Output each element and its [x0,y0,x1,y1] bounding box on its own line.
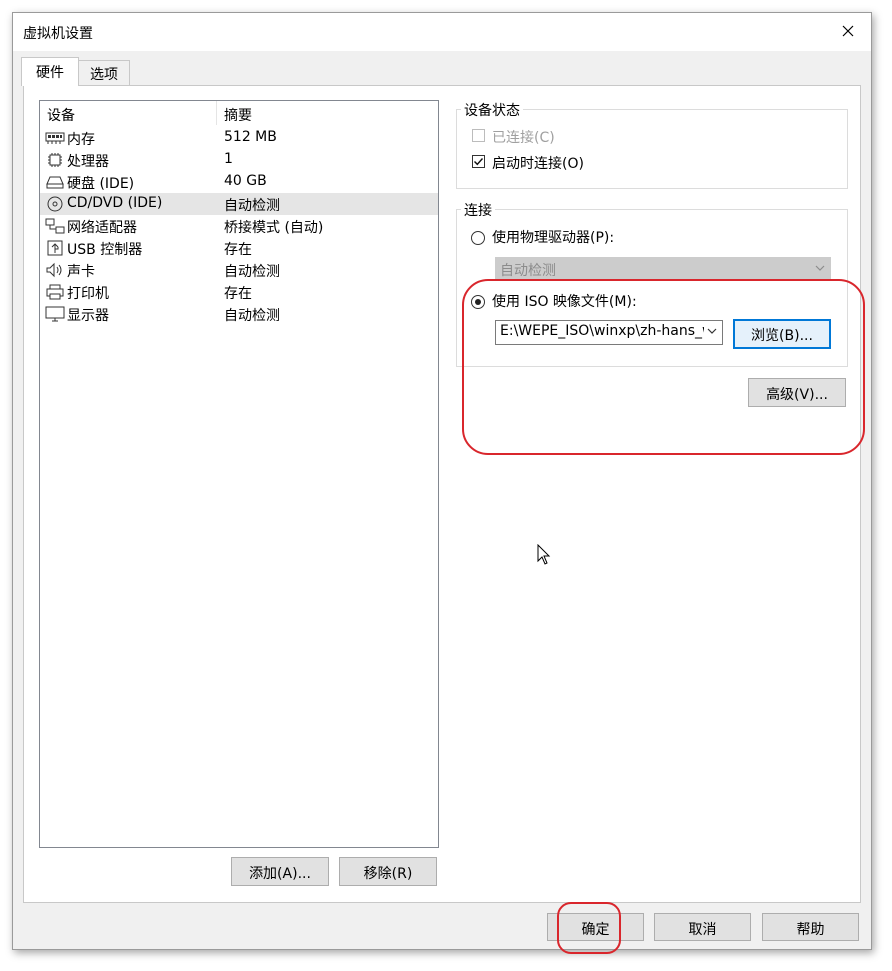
column-header-summary[interactable]: 摘要 [224,105,252,125]
device-name: 打印机 [67,286,109,302]
device-summary: 自动检测 [224,264,280,280]
device-row-memory[interactable]: 内存 512 MB [40,127,438,149]
hard-disk-icon [46,176,64,189]
advanced-button[interactable]: 高级(V)... [748,378,846,407]
device-row-network-adapter[interactable]: 网络适配器 桥接模式 (自动) [40,215,438,237]
device-summary: 1 [224,151,233,167]
device-summary: 自动检测 [224,198,280,214]
device-name: 声卡 [67,264,95,280]
memory-icon [45,132,65,144]
printer-icon [46,284,64,300]
tab-options[interactable]: 选项 [78,60,130,85]
device-summary: 512 MB [224,129,277,145]
virtual-machine-settings-dialog: 虚拟机设置 硬件 选项 设备 摘要 内存 512 MB 处理器 1 硬盘 (ID… [12,12,872,950]
device-row-sound-card[interactable]: 声卡 自动检测 [40,259,438,281]
device-row-display[interactable]: 显示器 自动检测 [40,303,438,325]
device-name: USB 控制器 [67,242,143,258]
usb-icon [47,240,63,256]
tab-hardware[interactable]: 硬件 [21,57,79,86]
device-summary: 存在 [224,242,252,258]
device-row-hard-disk[interactable]: 硬盘 (IDE) 40 GB [40,171,438,193]
mouse-cursor-icon [537,544,551,565]
title-bar: 虚拟机设置 [13,13,871,51]
column-header-device[interactable]: 设备 [47,105,75,125]
remove-button[interactable]: 移除(R) [339,857,437,886]
window-title: 虚拟机设置 [23,26,93,42]
device-status-group [456,109,848,189]
iso-path-value: E:\WEPE_ISO\winxp\zh-hans_windows_xp [500,323,704,339]
ok-button[interactable]: 确定 [547,913,644,941]
connected-checkbox[interactable] [472,129,485,142]
device-row-usb-controller[interactable]: USB 控制器 存在 [40,237,438,259]
physical-drive-value: 自动检测 [500,263,556,279]
tab-options-label: 选项 [90,67,118,83]
cancel-button[interactable]: 取消 [654,913,751,941]
device-status-title: 设备状态 [461,100,523,120]
browse-button[interactable]: 浏览(B)... [733,319,831,349]
use-physical-drive-radio[interactable] [471,231,485,245]
use-iso-image-label: 使用 ISO 映像文件(M): [492,294,637,310]
device-row-processor[interactable]: 处理器 1 [40,149,438,171]
device-summary: 自动检测 [224,308,280,324]
physical-drive-dropdown[interactable]: 自动检测 [495,257,831,281]
use-physical-drive-label: 使用物理驱动器(P): [492,230,615,246]
tab-hardware-label: 硬件 [36,65,64,81]
close-button[interactable] [825,13,871,51]
device-name: 内存 [67,132,95,148]
device-name: 网络适配器 [67,220,137,236]
device-list-header: 设备 摘要 [40,101,438,125]
connect-at-power-on-checkbox[interactable] [472,155,485,168]
connect-at-power-on-label: 启动时连接(O) [492,156,584,172]
device-name: 处理器 [67,154,109,170]
device-summary: 存在 [224,286,252,302]
checkmark-icon [474,158,484,166]
processor-icon [48,153,62,167]
device-name: 硬盘 (IDE) [67,176,135,192]
device-list[interactable]: 设备 摘要 内存 512 MB 处理器 1 硬盘 (IDE) 40 GB CD/… [39,100,439,848]
display-icon [45,306,65,322]
iso-path-combobox[interactable]: E:\WEPE_ISO\winxp\zh-hans_windows_xp [495,320,723,345]
help-button[interactable]: 帮助 [762,913,859,941]
chevron-down-icon [815,265,825,271]
device-name: CD/DVD (IDE) [67,195,163,211]
cd-dvd-icon [47,196,63,212]
device-summary: 桥接模式 (自动) [224,220,324,236]
use-iso-image-radio[interactable] [471,295,485,309]
connection-title: 连接 [461,200,495,220]
network-adapter-icon [45,218,65,234]
sound-card-icon [46,262,62,278]
add-button[interactable]: 添加(A)... [231,857,329,886]
close-icon [842,25,854,37]
device-row-cd-dvd[interactable]: CD/DVD (IDE) 自动检测 [40,193,438,215]
connected-label: 已连接(C) [492,130,555,146]
device-summary: 40 GB [224,173,267,189]
chevron-down-icon [706,324,718,338]
device-name: 显示器 [67,308,109,324]
device-row-printer[interactable]: 打印机 存在 [40,281,438,303]
